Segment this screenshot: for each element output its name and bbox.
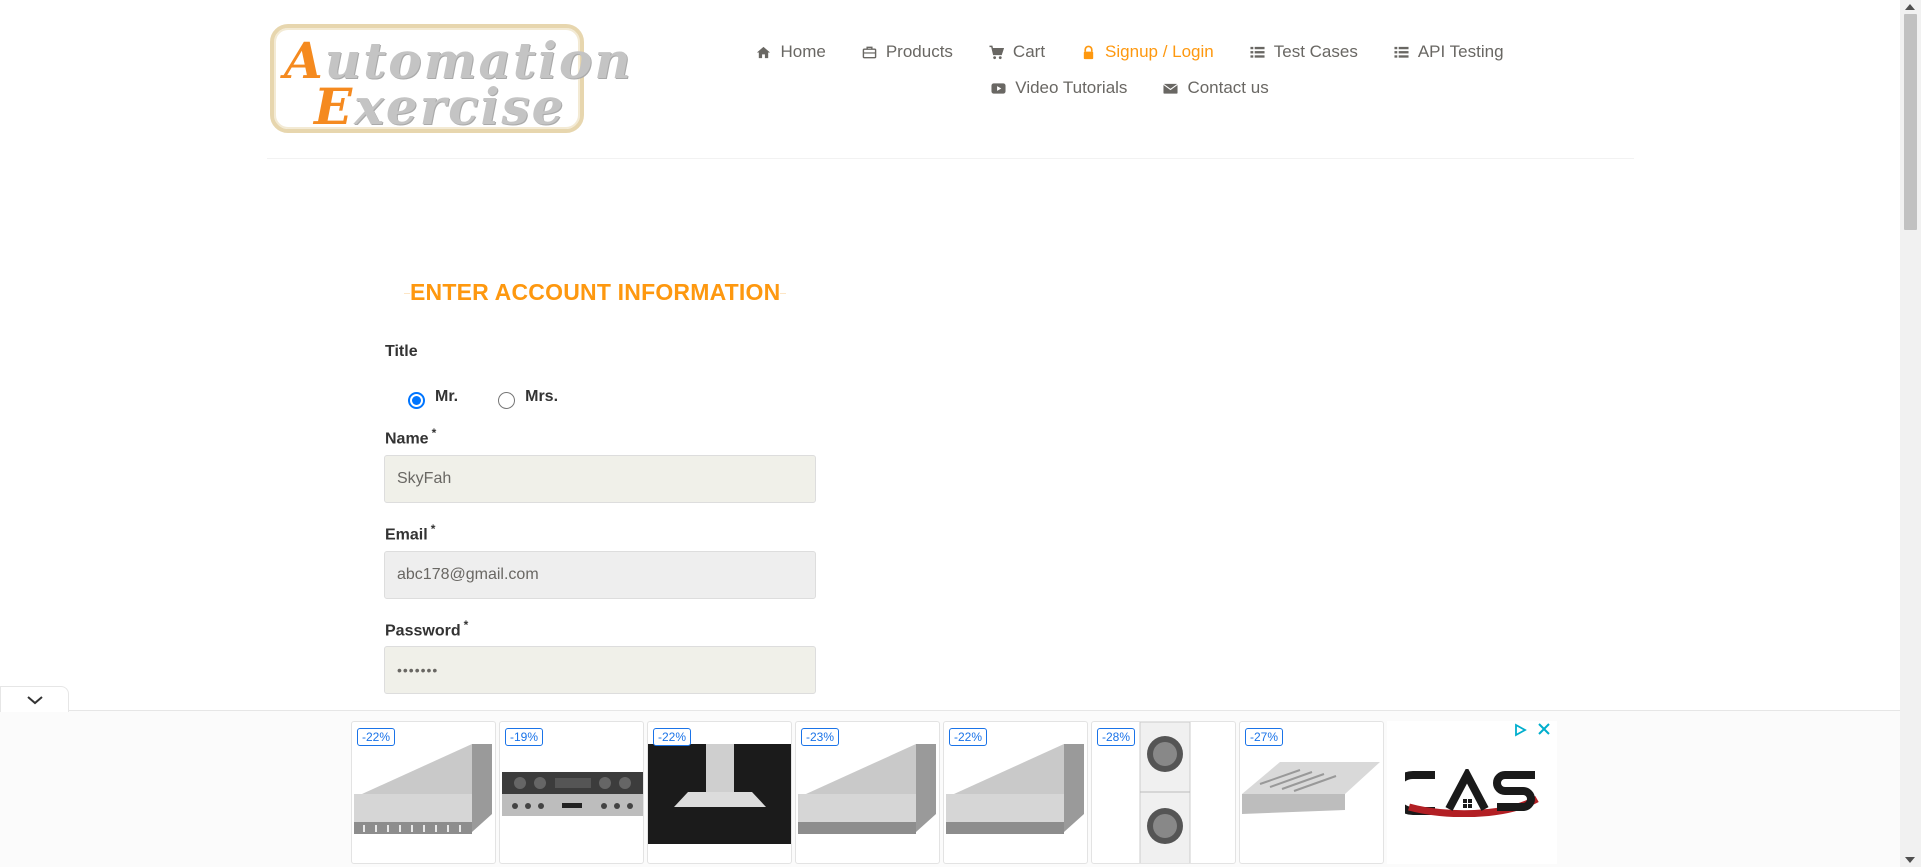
form-heading: ENTER ACCOUNT INFORMATION bbox=[404, 279, 787, 306]
password-label: Password * bbox=[385, 618, 468, 640]
required-mark: * bbox=[463, 618, 469, 632]
nav-video-tutorials[interactable]: Video Tutorials bbox=[991, 78, 1127, 98]
radio-mr-label: Mr. bbox=[435, 387, 459, 405]
cart-icon bbox=[989, 45, 1004, 60]
nav-api-testing-label: API Testing bbox=[1417, 42, 1504, 61]
password-label-text: Password bbox=[385, 622, 461, 640]
lock-icon bbox=[1081, 45, 1096, 60]
nav-row-1: Home Products Cart Signup / Login Test C… bbox=[740, 34, 1520, 70]
radio-option-mrs[interactable]: Mrs. bbox=[498, 384, 558, 409]
ad-product-strip: -22% -19% -22% -23% -22% -28% -27% bbox=[351, 721, 1557, 865]
nav-contact-us-label: Contact us bbox=[1187, 78, 1269, 97]
cas-logo bbox=[1405, 769, 1539, 817]
nav-signup-login[interactable]: Signup / Login bbox=[1081, 42, 1214, 62]
name-input[interactable]: SkyFah bbox=[384, 455, 816, 503]
nav-signup-login-label: Signup / Login bbox=[1105, 42, 1214, 61]
name-label: Name * bbox=[385, 426, 436, 448]
nav-cart[interactable]: Cart bbox=[989, 42, 1045, 62]
ad-tile[interactable]: -19% bbox=[499, 721, 644, 864]
youtube-play-icon bbox=[991, 81, 1006, 96]
discount-badge: -27% bbox=[1245, 728, 1284, 746]
briefcase-icon bbox=[862, 45, 877, 60]
radio-mrs-label: Mrs. bbox=[525, 387, 559, 405]
radio-mrs[interactable] bbox=[498, 392, 516, 409]
name-input-value: SkyFah bbox=[397, 470, 452, 487]
password-input[interactable]: ••••••• bbox=[384, 646, 816, 694]
main-nav: Home Products Cart Signup / Login Test C… bbox=[740, 34, 1520, 106]
logo-rest-2: xercise bbox=[354, 77, 566, 136]
nav-test-cases[interactable]: Test Cases bbox=[1250, 42, 1358, 62]
nav-products-label: Products bbox=[885, 42, 953, 61]
ad-collapse-button[interactable] bbox=[0, 686, 69, 712]
name-label-text: Name bbox=[385, 430, 429, 448]
logo-line-2: Exercise bbox=[314, 82, 566, 132]
ad-tile[interactable]: -22% bbox=[647, 721, 792, 864]
nav-test-cases-label: Test Cases bbox=[1273, 42, 1358, 61]
radio-option-mr[interactable]: Mr. bbox=[408, 384, 458, 409]
scroll-up-arrow[interactable] bbox=[1905, 4, 1915, 10]
required-mark: * bbox=[431, 426, 437, 440]
email-input[interactable]: abc178@gmail.com bbox=[384, 551, 816, 599]
email-label-text: Email bbox=[385, 526, 428, 544]
nav-home-label: Home bbox=[780, 42, 826, 61]
radio-mr-dot bbox=[412, 396, 421, 405]
logo-cap-e: E bbox=[314, 77, 355, 136]
list-icon bbox=[1250, 45, 1265, 60]
nav-cart-label: Cart bbox=[1012, 42, 1046, 61]
page-scrollbar[interactable] bbox=[1900, 0, 1921, 867]
close-icon[interactable] bbox=[1537, 722, 1551, 736]
site-logo[interactable]: Automation Exercise bbox=[270, 24, 631, 133]
discount-badge: -22% bbox=[653, 728, 692, 746]
scroll-thumb[interactable] bbox=[1904, 14, 1917, 230]
chevron-down-icon bbox=[26, 695, 43, 704]
ad-tile[interactable]: -22% bbox=[943, 721, 1088, 864]
required-mark: * bbox=[430, 522, 436, 536]
adchoices-icon[interactable] bbox=[1513, 723, 1527, 737]
nav-contact-us[interactable]: Contact us bbox=[1163, 78, 1269, 98]
discount-badge: -19% bbox=[505, 728, 544, 746]
scroll-down-arrow[interactable] bbox=[1905, 857, 1915, 863]
nav-video-tutorials-label: Video Tutorials bbox=[1015, 78, 1128, 97]
ad-tile[interactable]: -28% bbox=[1091, 721, 1236, 864]
page: Automation Exercise Home Products Cart S… bbox=[0, 0, 1921, 867]
discount-badge: -22% bbox=[357, 728, 396, 746]
email-label: Email * bbox=[385, 522, 435, 544]
envelope-icon bbox=[1163, 81, 1179, 96]
nav-row-2: Video Tutorials Contact us bbox=[740, 70, 1520, 106]
discount-badge: -22% bbox=[949, 728, 988, 746]
ad-tile[interactable]: -27% bbox=[1239, 721, 1384, 864]
nav-products[interactable]: Products bbox=[862, 42, 953, 62]
ad-tile[interactable]: -22% bbox=[351, 721, 496, 864]
title-radio-group: Mr. Mrs. bbox=[408, 384, 598, 409]
list-icon bbox=[1394, 45, 1409, 60]
ad-tile[interactable]: -23% bbox=[795, 721, 940, 864]
nav-home[interactable]: Home bbox=[756, 42, 826, 62]
header-divider bbox=[267, 158, 1634, 159]
advertiser-logo-tile[interactable] bbox=[1387, 721, 1557, 864]
radio-mr[interactable] bbox=[408, 392, 425, 409]
discount-badge: -23% bbox=[801, 728, 840, 746]
home-icon bbox=[756, 45, 771, 60]
email-input-value: abc178@gmail.com bbox=[397, 566, 539, 583]
password-input-value: ••••••• bbox=[397, 662, 439, 678]
nav-api-testing[interactable]: API Testing bbox=[1394, 42, 1504, 62]
discount-badge: -28% bbox=[1097, 728, 1136, 746]
title-label: Title bbox=[385, 343, 418, 360]
